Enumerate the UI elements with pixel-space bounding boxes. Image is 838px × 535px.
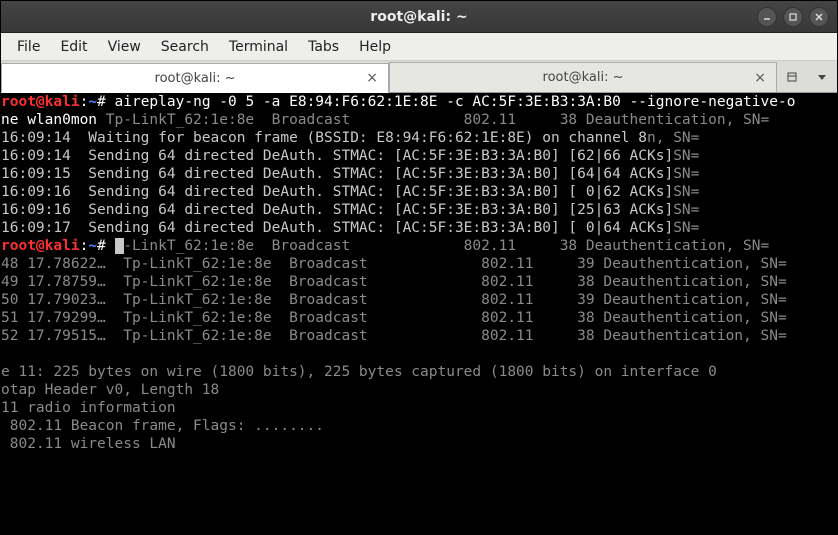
- close-button[interactable]: [809, 7, 829, 27]
- menu-file[interactable]: File: [9, 36, 48, 58]
- tab-extras: [777, 62, 837, 92]
- terminal-area[interactable]: root@kali:~# aireplay-ng -0 5 -a E8:94:F…: [1, 93, 837, 534]
- tab-label: root@kali: ~: [543, 70, 624, 85]
- tab-1[interactable]: root@kali: ~ ×: [1, 63, 389, 93]
- menu-tabs[interactable]: Tabs: [300, 36, 347, 58]
- window-controls: [757, 7, 829, 27]
- tab-dropdown-icon[interactable]: [814, 69, 830, 85]
- minimize-button[interactable]: [757, 7, 777, 27]
- window-title: root@kali: ~: [1, 9, 837, 25]
- tab-overflow-icon[interactable]: [784, 69, 800, 85]
- menu-view[interactable]: View: [100, 36, 149, 58]
- menu-edit[interactable]: Edit: [52, 36, 95, 58]
- tab-label: root@kali: ~: [155, 71, 236, 86]
- menu-search[interactable]: Search: [153, 36, 217, 58]
- tab-close-icon[interactable]: ×: [754, 70, 766, 86]
- titlebar: root@kali: ~: [1, 1, 837, 33]
- menu-help[interactable]: Help: [351, 36, 399, 58]
- tab-2[interactable]: root@kali: ~ ×: [389, 62, 777, 92]
- tabbar: root@kali: ~ × root@kali: ~ ×: [1, 61, 837, 93]
- menu-terminal[interactable]: Terminal: [221, 36, 296, 58]
- menubar: File Edit View Search Terminal Tabs Help: [1, 33, 837, 61]
- maximize-button[interactable]: [783, 7, 803, 27]
- tab-close-icon[interactable]: ×: [366, 70, 378, 86]
